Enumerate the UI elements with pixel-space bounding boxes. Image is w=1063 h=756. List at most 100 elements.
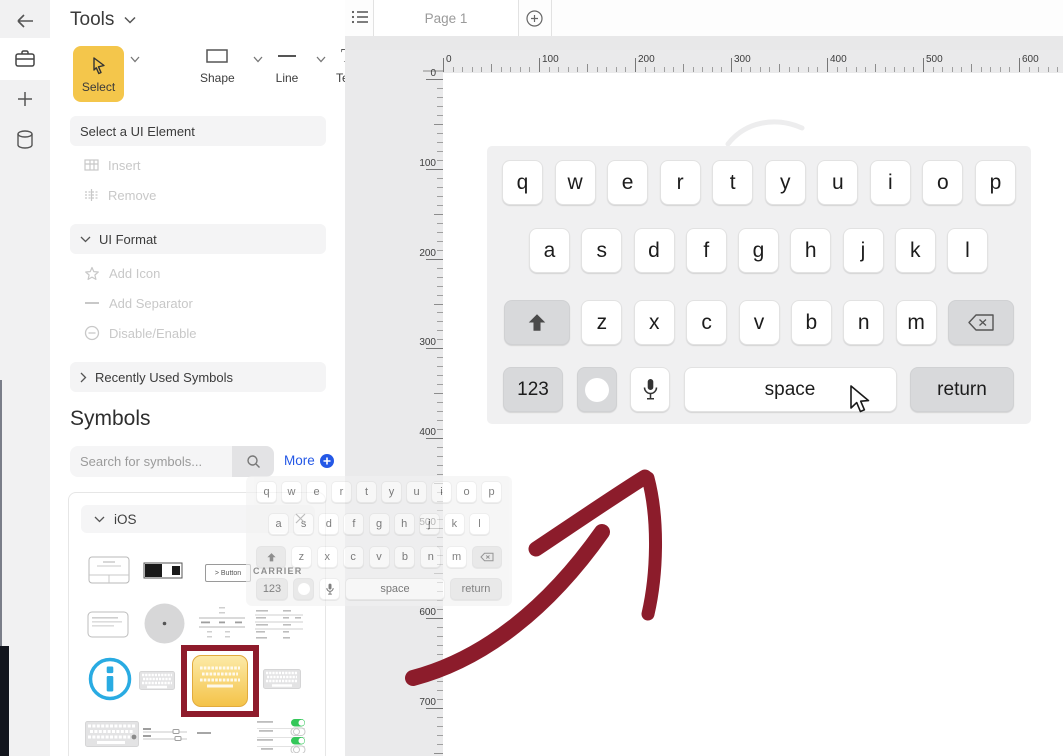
ghost-emoji-key <box>293 578 314 600</box>
remove-label: Remove <box>108 188 156 203</box>
tool-row: Select Shape Line <box>70 44 332 104</box>
shape-dropdown-icon[interactable] <box>253 56 263 63</box>
symbol-picker-table[interactable] <box>197 605 247 641</box>
key-r: r <box>660 160 701 205</box>
remove-action[interactable]: Remove <box>84 185 156 205</box>
line-dropdown-icon[interactable] <box>316 56 326 63</box>
backspace-icon <box>480 552 494 562</box>
ghost-key: d <box>318 513 339 535</box>
key-w: w <box>555 160 596 205</box>
keyboard-symbol[interactable]: q w e r t y u i o p a s d f g h j k l <box>487 146 1031 424</box>
key-h: h <box>790 228 831 273</box>
database-button[interactable] <box>0 119 50 161</box>
ghost-return-key: return <box>450 578 502 600</box>
info-icon <box>88 657 132 701</box>
ghost-key: r <box>331 481 352 503</box>
drag-ghost-keyboard: q w e r t y u i o p a s d f g h j k l <box>246 476 512 606</box>
ios-section-label: iOS <box>114 512 137 527</box>
add-icon-label: Add Icon <box>109 266 160 281</box>
symbol-slider[interactable] <box>143 727 189 741</box>
tab-page-1[interactable]: Page 1 <box>373 0 519 36</box>
circle-thumb <box>144 603 185 644</box>
pages-list-button[interactable] <box>350 7 370 32</box>
rail-dark-line <box>0 380 2 646</box>
symbol-separator[interactable] <box>197 731 211 735</box>
more-symbols-link[interactable]: More <box>284 453 334 468</box>
chevron-down-icon <box>94 516 105 523</box>
plus-circle-icon <box>320 454 334 468</box>
symbol-alert-dialog[interactable] <box>88 556 130 584</box>
search-button[interactable] <box>232 446 274 477</box>
symbol-keyboard[interactable] <box>139 671 175 690</box>
line-icon <box>275 46 299 66</box>
add-icon-action[interactable]: Add Icon <box>84 263 160 283</box>
symbol-keyboard-2[interactable] <box>85 721 139 747</box>
separator-icon <box>84 300 100 306</box>
microphone-icon <box>643 378 658 402</box>
ghost-key: p <box>481 481 502 503</box>
symbol-text-area[interactable] <box>87 611 129 638</box>
symbol-info-badge[interactable] <box>88 657 132 701</box>
symbol-switch-list[interactable] <box>255 719 307 753</box>
tool-select-label: Select <box>82 80 115 94</box>
add-page-button[interactable] <box>0 78 50 120</box>
tool-shape-label: Shape <box>200 71 235 85</box>
ghost-key: i <box>431 481 452 503</box>
insert-action[interactable]: Insert <box>84 155 141 175</box>
ghost-mic-key <box>319 578 340 600</box>
v-ruler: 0100200300400500600700 <box>420 72 443 756</box>
chevron-right-icon <box>80 372 87 383</box>
ghost-key: c <box>343 546 364 568</box>
left-rail <box>0 0 50 756</box>
symbol-list-table[interactable] <box>253 608 305 641</box>
key-n: n <box>843 300 884 345</box>
disable-enable-action[interactable]: Disable/Enable <box>84 323 196 343</box>
return-key: return <box>910 367 1014 412</box>
symbol-search-input[interactable] <box>70 446 232 477</box>
key-c: c <box>686 300 727 345</box>
symbol-button[interactable]: > Button <box>205 564 251 582</box>
rectangle-icon <box>204 46 230 66</box>
back-button[interactable] <box>0 0 50 42</box>
ghost-key: j <box>419 513 440 535</box>
symbol-progress-toggle[interactable] <box>143 562 183 579</box>
symbol-circle[interactable] <box>144 603 185 644</box>
ghost-key: k <box>444 513 465 535</box>
tool-select[interactable]: Select <box>73 46 124 102</box>
recently-used-header[interactable]: Recently Used Symbols <box>70 362 326 392</box>
ui-format-header[interactable]: UI Format <box>70 224 326 254</box>
ghost-key: q <box>256 481 277 503</box>
highlighted-symbol-box <box>181 645 259 717</box>
mouse-cursor <box>848 384 874 416</box>
app-window: Tools Select Shape <box>0 0 1063 756</box>
panel-title[interactable]: Tools <box>70 9 136 31</box>
toolbox-button[interactable] <box>0 38 50 80</box>
tool-shape[interactable]: Shape <box>200 46 235 85</box>
ghost-key: v <box>369 546 390 568</box>
ghost-key: h <box>394 513 415 535</box>
select-ui-element-header: Select a UI Element <box>70 116 326 146</box>
separator-thumb <box>197 731 211 735</box>
rail-dark-block <box>0 646 9 756</box>
select-dropdown-icon[interactable] <box>130 56 140 63</box>
button-thumb-label: > Button <box>215 570 241 577</box>
key-o: o <box>922 160 963 205</box>
ghost-key: x <box>317 546 338 568</box>
picker-table-thumb <box>197 605 247 641</box>
plus-circle-icon <box>526 10 543 27</box>
ghost-key: n <box>420 546 441 568</box>
ghost-key: b <box>394 546 415 568</box>
symbol-keyboard-wide[interactable] <box>263 669 301 689</box>
plus-icon <box>15 89 35 109</box>
canvas-viewport[interactable]: 0100200300400500600 01002003004005006007… <box>345 50 1063 756</box>
add-separator-action[interactable]: Add Separator <box>84 293 193 313</box>
ghost-key: t <box>356 481 377 503</box>
keyboard-highlighted-thumb <box>193 656 247 706</box>
tool-line[interactable]: Line <box>275 46 299 85</box>
emoji-circle-icon <box>585 378 609 402</box>
ghost-key: g <box>369 513 390 535</box>
toolbox-icon <box>14 49 36 69</box>
insert-label: Insert <box>108 158 141 173</box>
symbol-keyboard-highlighted[interactable] <box>192 655 248 707</box>
new-page-button[interactable] <box>517 0 552 36</box>
